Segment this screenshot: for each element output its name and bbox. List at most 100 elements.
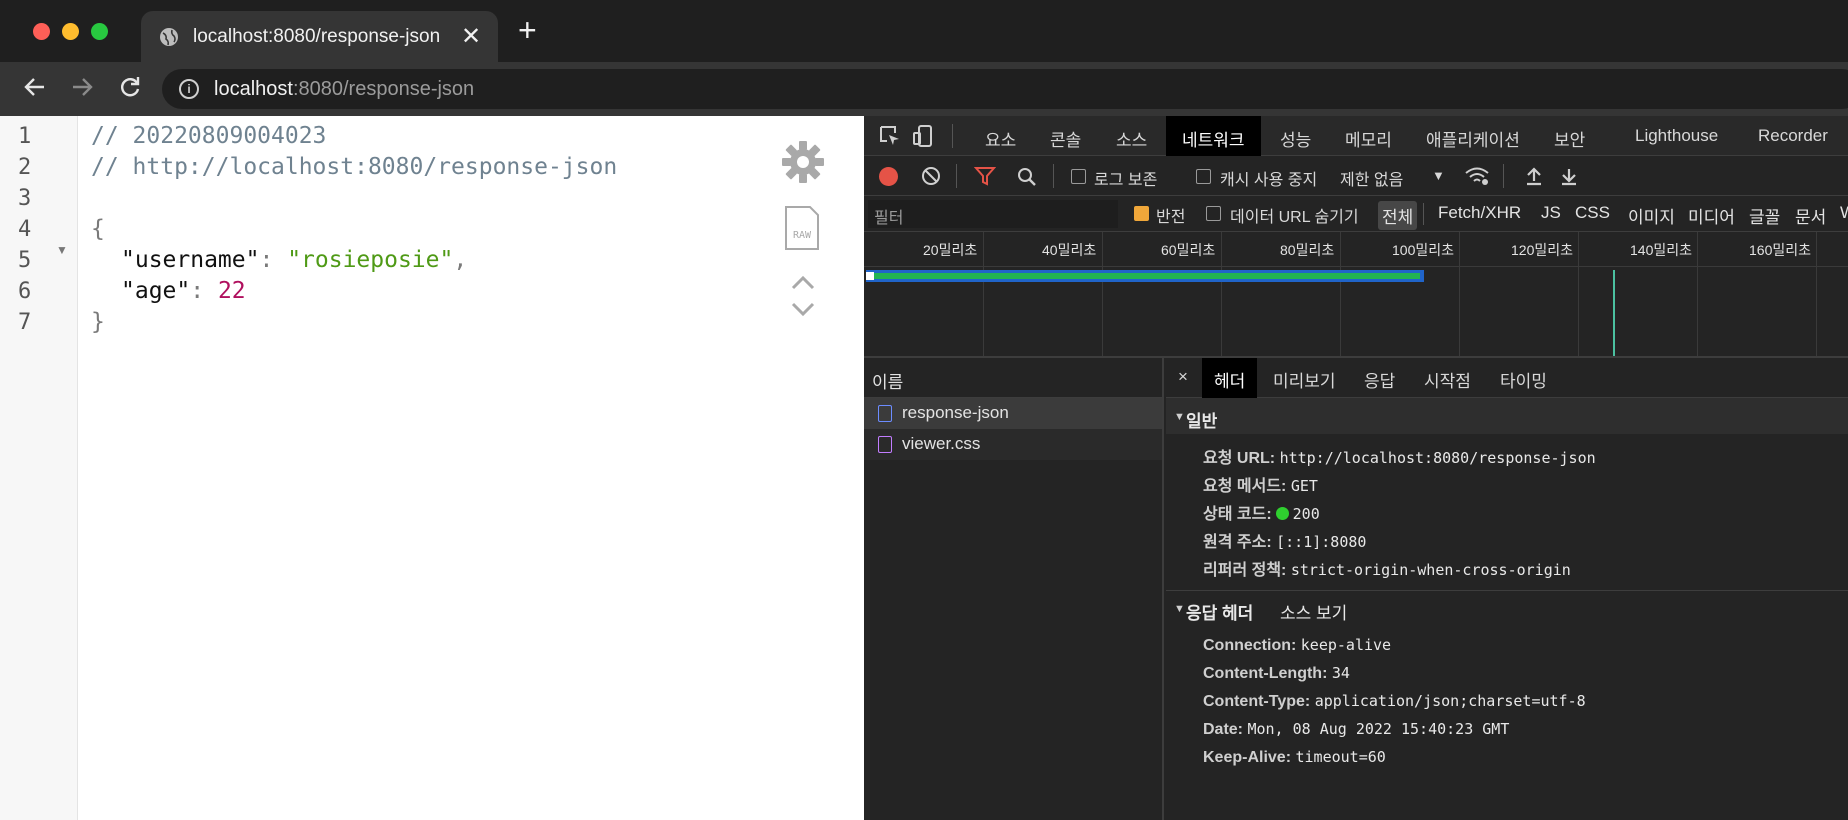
separator — [1053, 164, 1054, 188]
tick-line — [1102, 232, 1103, 356]
tab-preview[interactable]: 미리보기 — [1273, 367, 1336, 392]
raw-file-icon[interactable]: RAW — [784, 205, 820, 251]
separator — [1423, 203, 1424, 225]
tab-response[interactable]: 응답 — [1364, 367, 1395, 392]
chevron-down-icon[interactable]: ▼ — [1432, 168, 1445, 183]
json-line-age: "age": 22 — [121, 278, 246, 304]
close-brace: } — [91, 309, 105, 335]
reload-icon — [121, 77, 140, 97]
globe-icon — [160, 28, 178, 46]
tab-memory[interactable]: 메모리 — [1345, 126, 1392, 151]
request-row-response-json[interactable]: response-json — [864, 398, 1162, 429]
header-row: Connection: keep-alive — [1203, 636, 1392, 654]
hide-data-urls-label: 데이터 URL 숨기기 — [1230, 209, 1359, 226]
tab-performance[interactable]: 성능 — [1280, 126, 1311, 151]
status-ok-icon — [1275, 507, 1289, 520]
tab-initiator[interactable]: 시작점 — [1424, 367, 1471, 392]
new-tab-button[interactable]: + — [518, 14, 537, 46]
network-conditions-icon[interactable] — [1464, 165, 1490, 187]
tab-timing[interactable]: 타이밍 — [1500, 367, 1547, 392]
forward-button[interactable] — [67, 74, 97, 104]
browser-toolbar: i localhost:8080/response-json — [0, 62, 1848, 116]
detail-tab-bar: × 헤더 미리보기 응답 시작점 타이밍 — [1166, 358, 1848, 398]
disable-cache-label: 캐시 사용 중지 — [1220, 172, 1318, 189]
address-bar[interactable]: i localhost:8080/response-json — [162, 69, 1848, 109]
tick-label: 100밀리초 — [1392, 242, 1454, 258]
tab-headers[interactable]: 헤더 — [1202, 358, 1258, 398]
tick-label: 40밀리초 — [1042, 242, 1097, 258]
header-row: Date: Mon, 08 Aug 2022 15:40:23 GMT — [1203, 720, 1510, 738]
gear-icon[interactable] — [781, 140, 825, 184]
device-toolbar-icon[interactable] — [911, 124, 935, 148]
collapse-expand-icon[interactable] — [789, 274, 817, 318]
triangle-down-icon: ▼ — [1174, 411, 1185, 423]
title-bar: localhost:8080/response-json ✕ + — [0, 0, 1848, 62]
json-number-value: 22 — [217, 278, 246, 304]
preserve-log-checkbox[interactable] — [1071, 169, 1086, 184]
filter-icon[interactable] — [974, 166, 996, 186]
comment-url: // http://localhost:8080/response-json — [91, 154, 618, 180]
network-timeline[interactable]: 20밀리초 40밀리초 60밀리초 80밀리초 100밀리초 120밀리초 14… — [864, 232, 1848, 356]
header-row: Content-Length: 34 — [1203, 664, 1350, 682]
back-button[interactable] — [20, 74, 50, 104]
tab-console[interactable]: 콘솔 — [1050, 126, 1081, 151]
line-number: 5 — [18, 248, 32, 273]
tab-recorder[interactable]: Recorder — [1758, 126, 1828, 146]
url-text: localhost:8080/response-json — [214, 78, 475, 100]
hide-data-urls-checkbox[interactable] — [1206, 206, 1221, 221]
filter-input[interactable]: 필터 — [868, 200, 1118, 228]
preserve-log-label: 로그 보존 — [1094, 172, 1158, 189]
type-filter-media[interactable]: 미디어 — [1688, 203, 1735, 228]
type-filter-fetch-xhr[interactable]: Fetch/XHR — [1438, 203, 1521, 223]
tab-sources[interactable]: 소스 — [1116, 126, 1147, 151]
response-headers-section-header[interactable]: ▼ 응답 헤더 소스 보기 — [1166, 590, 1848, 626]
inspect-element-icon[interactable] — [878, 124, 902, 148]
upload-icon[interactable] — [1524, 166, 1544, 186]
close-detail-icon[interactable]: × — [1178, 367, 1188, 387]
tab-application[interactable]: 애플리케이션 — [1426, 126, 1520, 151]
type-filter-images[interactable]: 이미지 — [1628, 203, 1675, 228]
request-row-viewer-css[interactable]: viewer.css — [864, 429, 1162, 460]
type-filter-fonts[interactable]: 글꼴 — [1749, 203, 1780, 228]
search-icon[interactable] — [1016, 166, 1038, 188]
tab-lighthouse[interactable]: Lighthouse — [1635, 126, 1718, 146]
minimize-window-button[interactable] — [62, 23, 79, 40]
reload-button[interactable] — [115, 74, 145, 104]
close-tab-icon[interactable]: ✕ — [461, 22, 481, 51]
fold-toggle-icon[interactable]: ▼ — [56, 243, 68, 257]
header-row: 원격 주소: [::1]:8080 — [1203, 533, 1367, 551]
browser-tab[interactable]: localhost:8080/response-json ✕ — [141, 11, 498, 62]
tab-security[interactable]: 보안 — [1554, 126, 1585, 151]
arrow-left-icon — [24, 78, 44, 96]
disable-cache-checkbox[interactable] — [1196, 169, 1211, 184]
general-section-header[interactable]: ▼ 일반 — [1166, 398, 1848, 434]
name-column-header[interactable]: 이름 — [864, 358, 1164, 398]
clear-icon[interactable] — [921, 166, 941, 186]
info-icon[interactable]: i — [179, 79, 199, 99]
arrow-right-icon — [73, 78, 93, 96]
close-window-button[interactable] — [33, 23, 50, 40]
request-list: 이름 response-json viewer.css — [864, 358, 1164, 820]
line-number: 6 — [18, 279, 32, 304]
type-filter-all[interactable]: 전체 — [1378, 201, 1418, 230]
invert-checkbox[interactable] — [1134, 206, 1149, 221]
download-icon[interactable] — [1559, 166, 1579, 186]
type-filter-css[interactable]: CSS — [1575, 203, 1610, 223]
tab-elements[interactable]: 요소 — [985, 126, 1016, 151]
line-number: 2 — [18, 155, 32, 180]
record-button[interactable] — [879, 167, 898, 186]
view-source-link[interactable]: 소스 보기 — [1280, 599, 1347, 624]
separator — [952, 124, 953, 148]
type-filter-docs[interactable]: 문서 — [1795, 203, 1826, 228]
throttling-select[interactable]: 제한 없음 — [1340, 166, 1403, 190]
tab-network[interactable]: 네트워크 — [1166, 116, 1261, 156]
type-filter-js[interactable]: JS — [1541, 203, 1561, 223]
maximize-window-button[interactable] — [91, 23, 108, 40]
header-row: Keep-Alive: timeout=60 — [1203, 748, 1386, 766]
type-filter-more[interactable]: W — [1840, 203, 1848, 223]
tick-label: 140밀리초 — [1630, 242, 1692, 258]
json-viewer-page: 1 2 3 4 5 6 7 ▼ // 20220809004023 // htt… — [0, 116, 864, 820]
request-waterfall-bar[interactable] — [866, 270, 1424, 282]
load-event-marker — [1613, 270, 1615, 356]
tick-line — [1697, 232, 1698, 356]
